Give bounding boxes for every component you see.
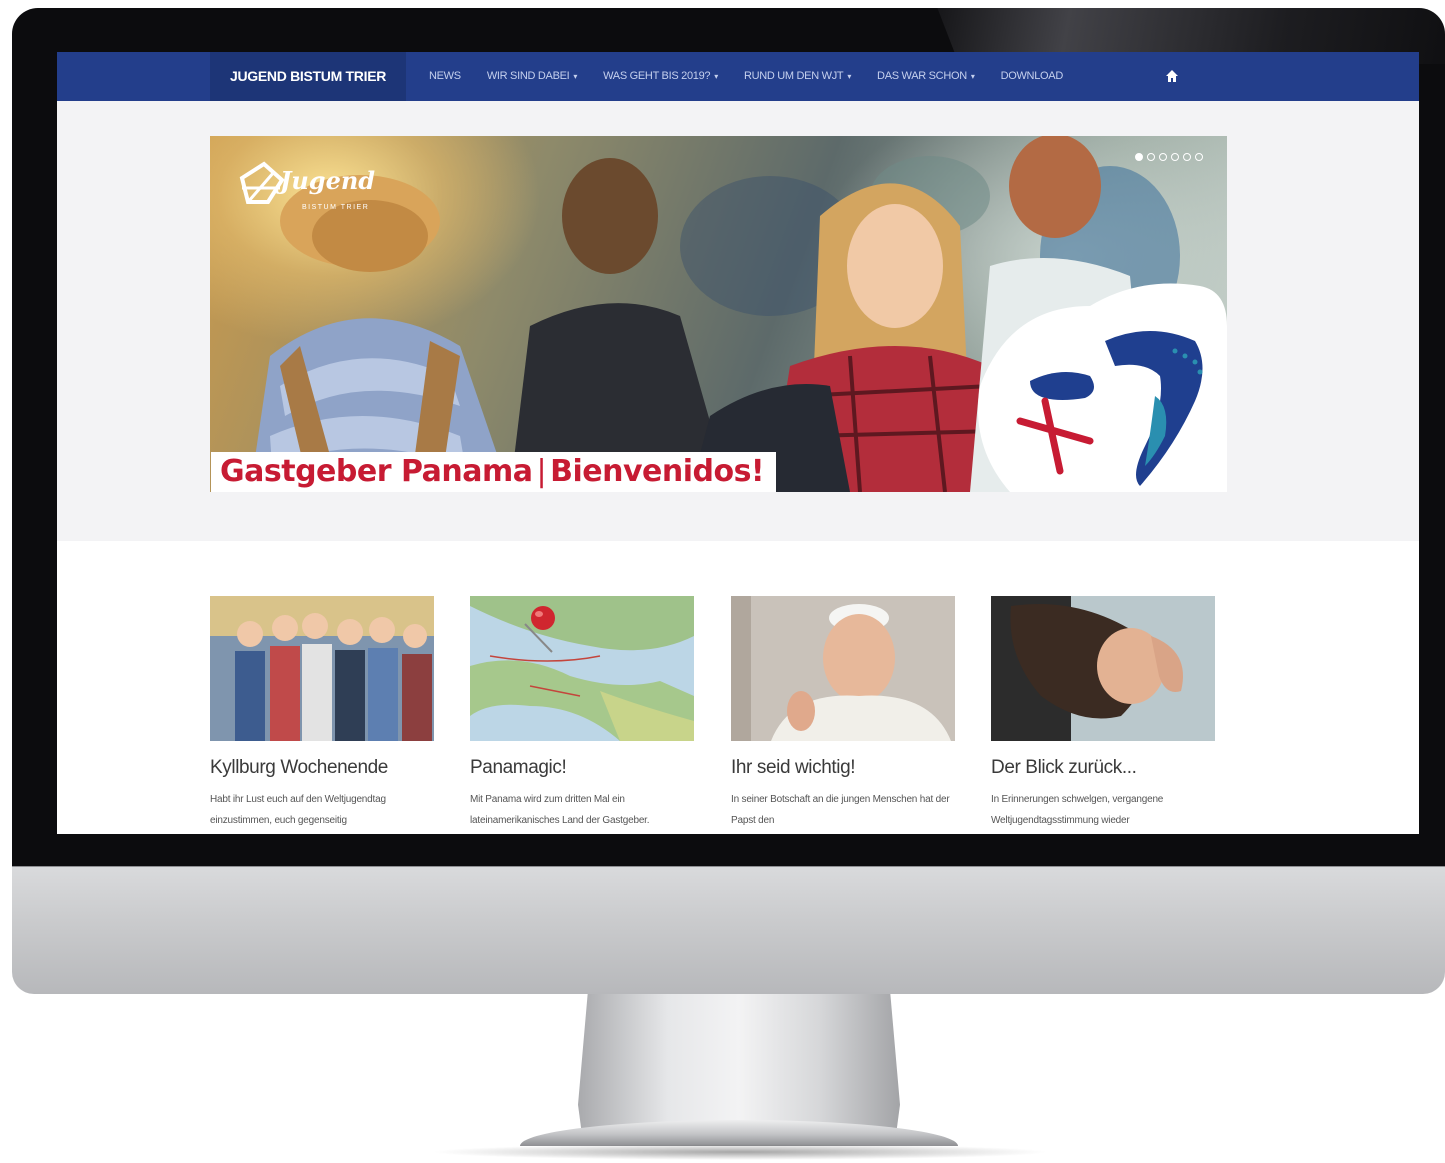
card-image-group[interactable]	[210, 596, 434, 741]
carousel-dot[interactable]	[1195, 153, 1203, 161]
teaser-cards: Kyllburg Wochenende Habt ihr Lust euch a…	[210, 596, 1220, 834]
navbar: JUGEND BISTUM TRIER NEWS WIR SIND DABEI ▾…	[57, 52, 1419, 101]
hero-logo-subtext: BISTUM TRIER	[302, 204, 370, 211]
nav-item-was-geht-bis-2019[interactable]: WAS GEHT BIS 2019? ▾	[603, 52, 718, 101]
nav-item-label: DOWNLOAD	[1000, 70, 1064, 82]
carousel-dot[interactable]	[1147, 153, 1155, 161]
nav-item-wir-sind-dabei[interactable]: WIR SIND DABEI ▾	[486, 52, 578, 101]
home-icon[interactable]	[1165, 69, 1179, 83]
nav-menu: NEWS WIR SIND DABEI ▾ WAS GEHT BIS 2019? ▾…	[429, 52, 1089, 101]
nav-item-das-war-schon[interactable]: DAS WAR SCHON ▾	[877, 52, 975, 101]
card-title[interactable]: Panamagic!	[470, 757, 694, 779]
carousel-dot[interactable]	[1135, 153, 1143, 161]
hero-caption-right: Bienvenidos!	[550, 454, 765, 489]
screen: JUGEND BISTUM TRIER NEWS WIR SIND DABEI ▾…	[57, 52, 1419, 834]
monitor-chin	[12, 866, 1445, 994]
nav-item-label: NEWS	[429, 70, 461, 82]
teaser-card[interactable]: Der Blick zurück... In Erinnerungen schw…	[991, 596, 1215, 831]
card-text: In seiner Botschaft an die jungen Mensch…	[731, 794, 950, 826]
card-image-pope[interactable]	[731, 596, 955, 741]
card-text: In Erinnerungen schwelgen, vergangene We…	[991, 794, 1164, 826]
teaser-card[interactable]: Ihr seid wichtig! In seiner Botschaft an…	[731, 596, 955, 831]
card-image-woman[interactable]	[991, 596, 1215, 741]
site-brand[interactable]: JUGEND BISTUM TRIER	[210, 52, 406, 101]
hero-caption-separator: |	[536, 454, 547, 489]
nav-item-news[interactable]: NEWS	[429, 52, 461, 101]
carousel-dot[interactable]	[1159, 153, 1167, 161]
nav-item-label: DAS WAR SCHON	[877, 70, 967, 82]
nav-item-rund-um-den-wjt[interactable]: RUND UM DEN WJT ▾	[744, 52, 851, 101]
carousel-dot[interactable]	[1183, 153, 1191, 161]
card-title[interactable]: Der Blick zurück...	[991, 757, 1215, 779]
teaser-card[interactable]: Kyllburg Wochenende Habt ihr Lust euch a…	[210, 596, 434, 831]
nav-item-label: WIR SIND DABEI	[486, 70, 570, 82]
chevron-down-icon: ▾	[573, 72, 578, 81]
chevron-down-icon: ▾	[714, 72, 718, 81]
hero-caption-left: Gastgeber Panama	[220, 454, 533, 489]
nav-item-label: RUND UM DEN WJT	[743, 70, 844, 82]
card-image-map[interactable]	[470, 596, 694, 741]
nav-item-label: WAS GEHT BIS 2019?	[603, 70, 711, 82]
hero-caption: Gastgeber Panama | Bienvenidos!	[211, 452, 777, 492]
hero-slider[interactable]: Jugend BISTUM TRIER Gastgeber Panama | Bie…	[210, 136, 1227, 492]
chevron-down-icon: ▾	[970, 72, 975, 81]
stand-shadow	[430, 1144, 1050, 1160]
card-title[interactable]: Ihr seid wichtig!	[731, 757, 955, 779]
monitor-stand	[578, 994, 900, 1129]
carousel-dot[interactable]	[1171, 153, 1179, 161]
card-title[interactable]: Kyllburg Wochenende	[210, 757, 434, 779]
chevron-down-icon: ▾	[847, 72, 852, 81]
card-text: Mit Panama wird zum dritten Mal ein late…	[470, 794, 650, 826]
card-text: Habt ihr Lust euch auf den Weltjugendtag…	[210, 794, 386, 826]
nav-item-download[interactable]: DOWNLOAD	[1000, 52, 1064, 101]
carousel-dots	[1135, 153, 1203, 161]
hero-logo-text: Jugend	[280, 166, 376, 195]
teaser-card[interactable]: Panamagic! Mit Panama wird zum dritten M…	[470, 596, 694, 831]
